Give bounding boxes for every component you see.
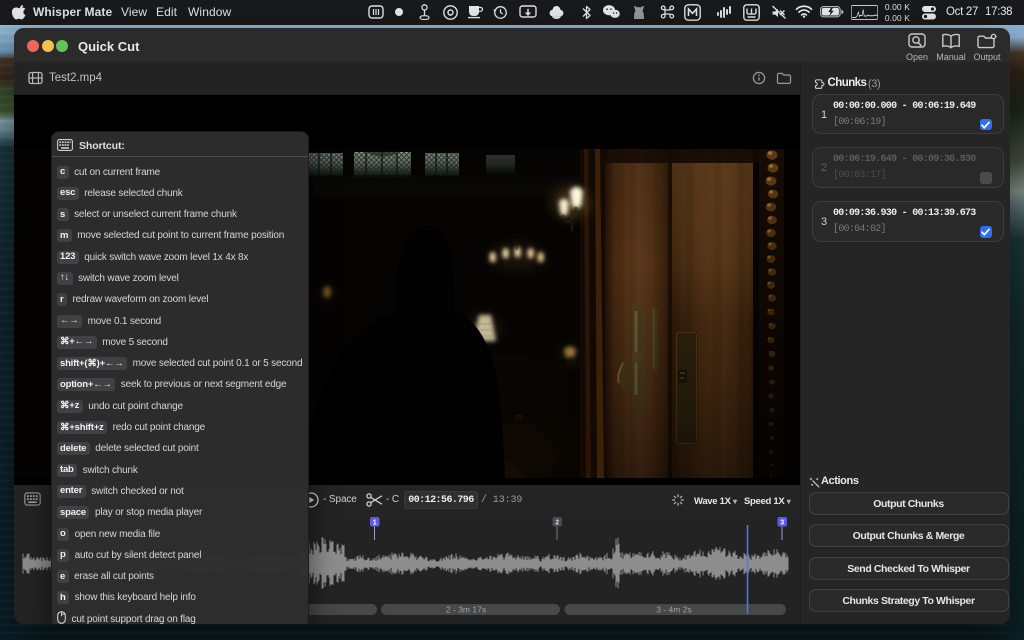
svg-text:1: 1 xyxy=(373,519,377,526)
svg-text:2: 2 xyxy=(555,519,559,526)
svg-text:3: 3 xyxy=(780,519,784,526)
svg-text:2 - 3m 17s: 2 - 3m 17s xyxy=(446,605,486,615)
svg-text:3 - 4m 2s: 3 - 4m 2s xyxy=(656,605,691,615)
